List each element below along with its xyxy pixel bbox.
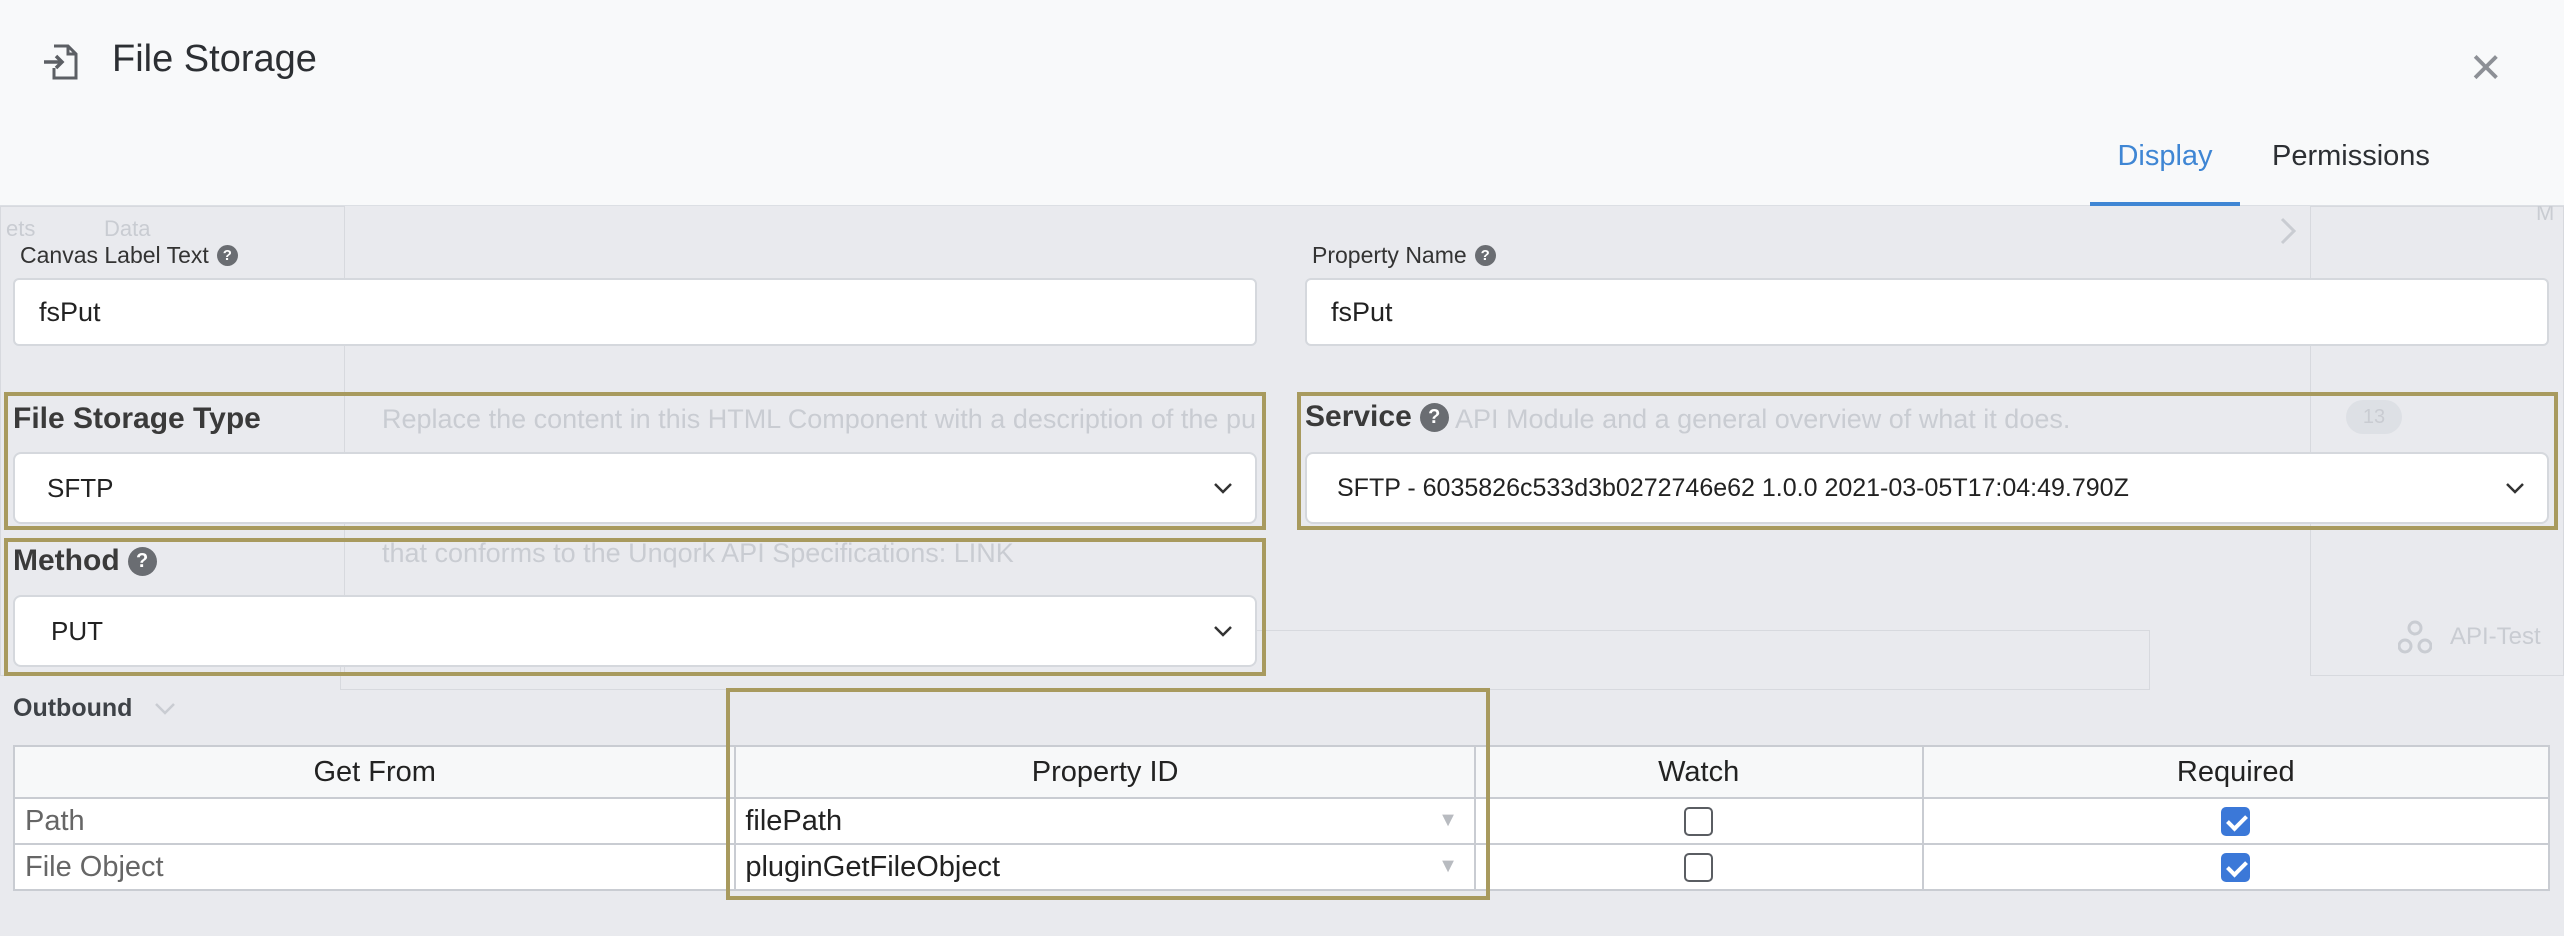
ghost-tab-1: ets <box>6 216 36 241</box>
canvas-label-label: Canvas Label Text ? <box>20 242 238 269</box>
required-cell <box>1921 843 2550 891</box>
required-cell <box>1921 797 2550 845</box>
highlight-file-storage-type <box>4 392 1266 530</box>
watch-checkbox[interactable] <box>1684 853 1714 883</box>
outbound-section-header[interactable]: Outbound <box>13 694 178 723</box>
required-checkbox[interactable] <box>2221 807 2251 837</box>
canvas-label-input[interactable]: fsPut <box>13 278 1257 346</box>
property-name-text: Property Name <box>1312 242 1467 268</box>
property-name-input[interactable]: fsPut <box>1305 278 2549 346</box>
canvas-label-text: Canvas Label Text <box>20 242 209 268</box>
chevron-down-icon <box>155 702 176 715</box>
outbound-label: Outbound <box>13 694 133 722</box>
get-from-cell: Path <box>12 797 737 845</box>
tab-permissions[interactable]: Permissions <box>2272 140 2430 173</box>
watch-cell <box>1473 843 1924 891</box>
column-required: Required <box>1921 745 2550 799</box>
highlight-service <box>1297 392 2558 530</box>
highlight-property-id-column <box>726 688 1490 900</box>
tab-display[interactable]: Display <box>2090 140 2240 206</box>
watch-checkbox[interactable] <box>1684 807 1714 837</box>
watch-cell <box>1473 797 1924 845</box>
modal-title: File Storage <box>112 38 317 80</box>
column-get-from: Get From <box>12 745 737 799</box>
property-name-label: Property Name ? <box>1312 242 1496 269</box>
close-icon[interactable]: × <box>2470 40 2502 94</box>
ghost-side-item: API-Test <box>2398 620 2541 654</box>
modal-header: File Storage × Display Permissions <box>0 0 2564 206</box>
help-icon[interactable]: ? <box>1474 245 1496 266</box>
ghost-tab-2: Data <box>104 216 151 241</box>
ghost-side-label: API-Test <box>2450 623 2541 650</box>
required-checkbox[interactable] <box>2221 853 2251 883</box>
highlight-method <box>4 538 1266 676</box>
ghost-node-icon <box>2398 620 2432 654</box>
get-from-cell: File Object <box>12 843 737 891</box>
help-icon[interactable]: ? <box>216 245 238 266</box>
ghost-chevron-right-icon <box>2280 217 2297 245</box>
file-import-icon <box>44 44 78 80</box>
column-watch: Watch <box>1473 745 1924 799</box>
